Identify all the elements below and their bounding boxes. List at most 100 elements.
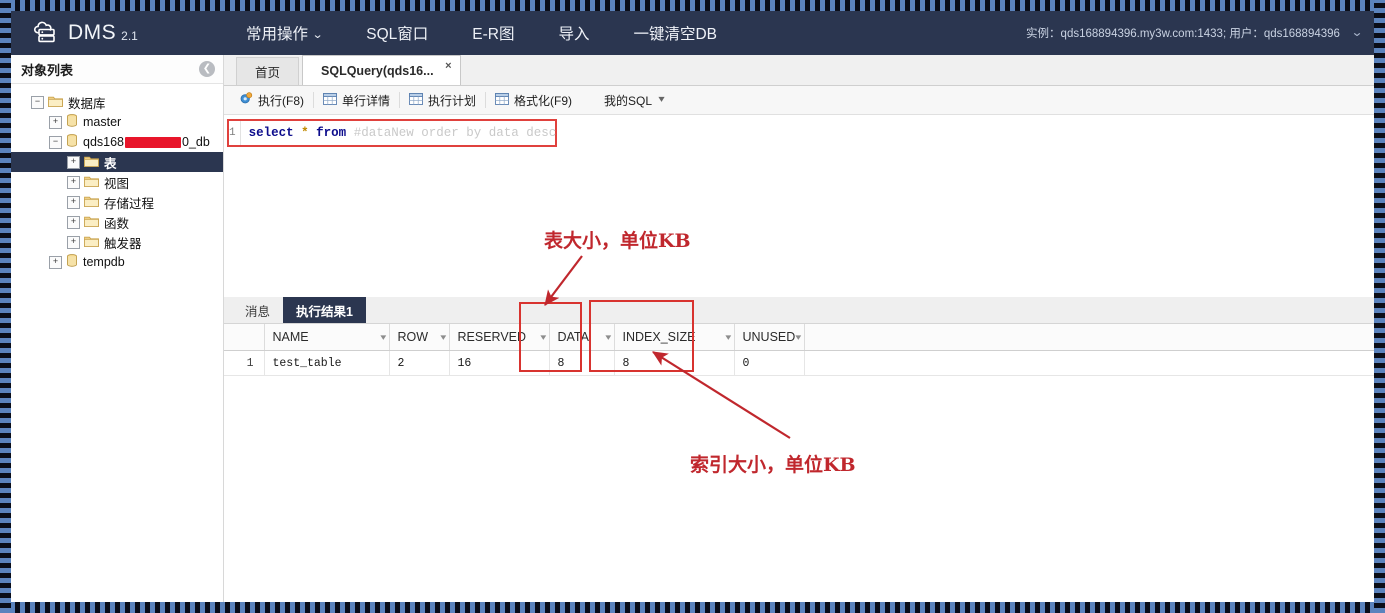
sql-editor-box[interactable]: 1 select * from #dataNew order by data d…: [227, 119, 557, 147]
tree-expander[interactable]: +: [49, 255, 62, 269]
tree-item-label: tempdb: [83, 255, 125, 269]
column-header-index-size[interactable]: INDEX_SIZE ▾: [614, 324, 735, 351]
button-label: 格式化(F9): [514, 93, 573, 108]
tree-item-databases[interactable]: − 数据库: [11, 92, 223, 112]
database-icon: [66, 254, 78, 270]
sidebar-title: 对象列表: [21, 62, 74, 78]
filter-dropdown-icon[interactable]: ▾: [440, 332, 446, 343]
cell-data[interactable]: 8: [549, 350, 615, 376]
execute-button[interactable]: 执行(F8): [230, 89, 313, 111]
tree-expander[interactable]: +: [67, 215, 80, 229]
tab-result-1[interactable]: 执行结果1: [283, 297, 366, 323]
filter-dropdown-icon[interactable]: ▾: [725, 332, 731, 343]
tree-item-triggers[interactable]: + 触发器: [11, 232, 223, 252]
connection-info[interactable]: 实例：qds168894396.my3w.com:1433; 用户：qds168…: [1026, 11, 1364, 55]
column-header-row[interactable]: ROW ▾: [389, 324, 450, 351]
grid-icon: [495, 92, 509, 108]
database-icon: [66, 134, 78, 150]
tree-item-user-database[interactable]: − qds168 0_db: [11, 132, 223, 152]
my-sql-dropdown[interactable]: 我的SQL ▾: [595, 89, 673, 111]
tree-item-label: master: [83, 115, 122, 129]
cell-unused[interactable]: 0: [734, 350, 805, 376]
nav-item-clear-db[interactable]: 一键清空DB: [611, 22, 739, 44]
grid-icon: [409, 92, 423, 108]
tree-item-label: 触发器: [104, 236, 142, 251]
format-button[interactable]: 格式化(F9): [486, 89, 581, 111]
line-number-gutter: 1: [229, 121, 241, 145]
object-list-sidebar: 对象列表 ❮ − 数据库 + master − qds168 0_db + 表 …: [11, 55, 224, 602]
execution-plan-button[interactable]: 执行计划: [400, 89, 485, 111]
button-label: 我的SQL: [604, 93, 653, 108]
tree-item-label: 视图: [104, 176, 130, 191]
column-label: DATA: [557, 330, 589, 344]
tab-messages[interactable]: 消息: [232, 297, 283, 323]
nav-item-er-diagram[interactable]: E-R图: [450, 22, 536, 44]
tree-item-label-suffix: 0_db: [182, 135, 210, 149]
tree-expander[interactable]: +: [67, 155, 80, 169]
nav-item-common-operations[interactable]: 常用操作 ⌄: [224, 22, 344, 44]
filter-dropdown-icon[interactable]: ▾: [605, 332, 611, 343]
chevron-down-icon: ▾: [658, 93, 665, 105]
tree-expander[interactable]: −: [49, 135, 62, 149]
main-panel: 首页 SQLQuery(qds16... × 执行(F8) 单行详情 执行计划 …: [224, 55, 1374, 602]
editor-tabstrip: 首页 SQLQuery(qds16... ×: [224, 55, 1374, 86]
sidebar-header: 对象列表 ❮: [11, 55, 223, 84]
tree-item-tempdb[interactable]: + tempdb: [11, 252, 223, 272]
nav-item-sql-window[interactable]: SQL窗口: [344, 22, 450, 44]
nav-item-import[interactable]: 导入: [536, 22, 611, 44]
folder-icon: [84, 195, 99, 210]
tree-expander[interactable]: +: [67, 175, 80, 189]
connection-text: 实例：qds168894396.my3w.com:1433; 用户：qds168…: [1026, 28, 1340, 40]
table-row[interactable]: 1 test_table 2 16 8 8 0: [224, 350, 1374, 376]
application-window: DMS 2.1 常用操作 ⌄ SQL窗口 E-R图 导入 一键清空DB 实例：qd…: [11, 11, 1374, 602]
chevron-down-icon[interactable]: ⌄: [1351, 25, 1364, 39]
cell-row[interactable]: 2: [389, 350, 450, 376]
tree-expander[interactable]: −: [31, 95, 44, 109]
tree-item-stored-procedures[interactable]: + 存储过程: [11, 192, 223, 212]
tree-item-functions[interactable]: + 函数: [11, 212, 223, 232]
tab-sqlquery[interactable]: SQLQuery(qds16... ×: [302, 55, 461, 85]
top-navbar: DMS 2.1 常用操作 ⌄ SQL窗口 E-R图 导入 一键清空DB 实例：qd…: [11, 11, 1374, 55]
redaction-bar: [125, 136, 182, 148]
folder-icon: [84, 175, 99, 190]
filter-dropdown-icon[interactable]: ▾: [795, 332, 801, 343]
tree-item-label: 数据库: [68, 96, 106, 111]
column-header-name[interactable]: NAME ▾: [264, 324, 390, 351]
tree-expander[interactable]: +: [49, 115, 62, 129]
column-header-unused[interactable]: UNUSED ▾: [734, 324, 805, 351]
folder-icon: [84, 235, 99, 250]
nav-menu: 常用操作 ⌄ SQL窗口 E-R图 导入 一键清空DB: [224, 22, 739, 44]
tree-item-master[interactable]: + master: [11, 112, 223, 132]
brand-version: 2.1: [121, 29, 138, 43]
column-header-reserved[interactable]: RESERVED ▾: [449, 324, 550, 351]
frame-stripe-top: [0, 0, 1385, 11]
tab-label: 首页: [255, 66, 281, 80]
filter-dropdown-icon[interactable]: ▾: [380, 332, 386, 343]
cell-index-size[interactable]: 8: [614, 350, 735, 376]
sql-editor-area[interactable]: 1 select * from #dataNew order by data d…: [224, 115, 1374, 275]
tree-expander[interactable]: +: [67, 195, 80, 209]
tab-label: SQLQuery(qds16...: [321, 63, 434, 78]
filter-dropdown-icon[interactable]: ▾: [540, 332, 546, 343]
tab-home[interactable]: 首页: [236, 57, 300, 85]
chevron-down-icon: ⌄: [311, 29, 324, 41]
tree-item-label: qds168: [83, 135, 125, 149]
tree-item-views[interactable]: + 视图: [11, 172, 223, 192]
run-gear-icon: [239, 91, 253, 109]
row-detail-button[interactable]: 单行详情: [314, 89, 399, 111]
tree-expander[interactable]: +: [67, 235, 80, 249]
close-icon[interactable]: ×: [445, 60, 451, 72]
tree-item-label: 存储过程: [104, 196, 155, 211]
tree-item-tables[interactable]: + 表: [11, 152, 223, 172]
cell-reserved[interactable]: 16: [449, 350, 550, 376]
column-header-data[interactable]: DATA ▾: [549, 324, 615, 351]
tree-item-label: 表: [104, 156, 117, 171]
editor-toolbar: 执行(F8) 单行详情 执行计划 格式化(F9) 我的SQL ▾: [224, 86, 1374, 115]
sql-code-line[interactable]: select * from #dataNew order by data des…: [241, 126, 557, 140]
column-label: RESERVED: [457, 330, 527, 344]
row-index: 1: [224, 350, 265, 376]
cell-name[interactable]: test_table: [264, 350, 390, 376]
sql-keyword-select: select: [248, 126, 294, 140]
column-label: UNUSED: [742, 330, 796, 344]
chevron-left-circle-icon[interactable]: ❮: [199, 61, 215, 77]
